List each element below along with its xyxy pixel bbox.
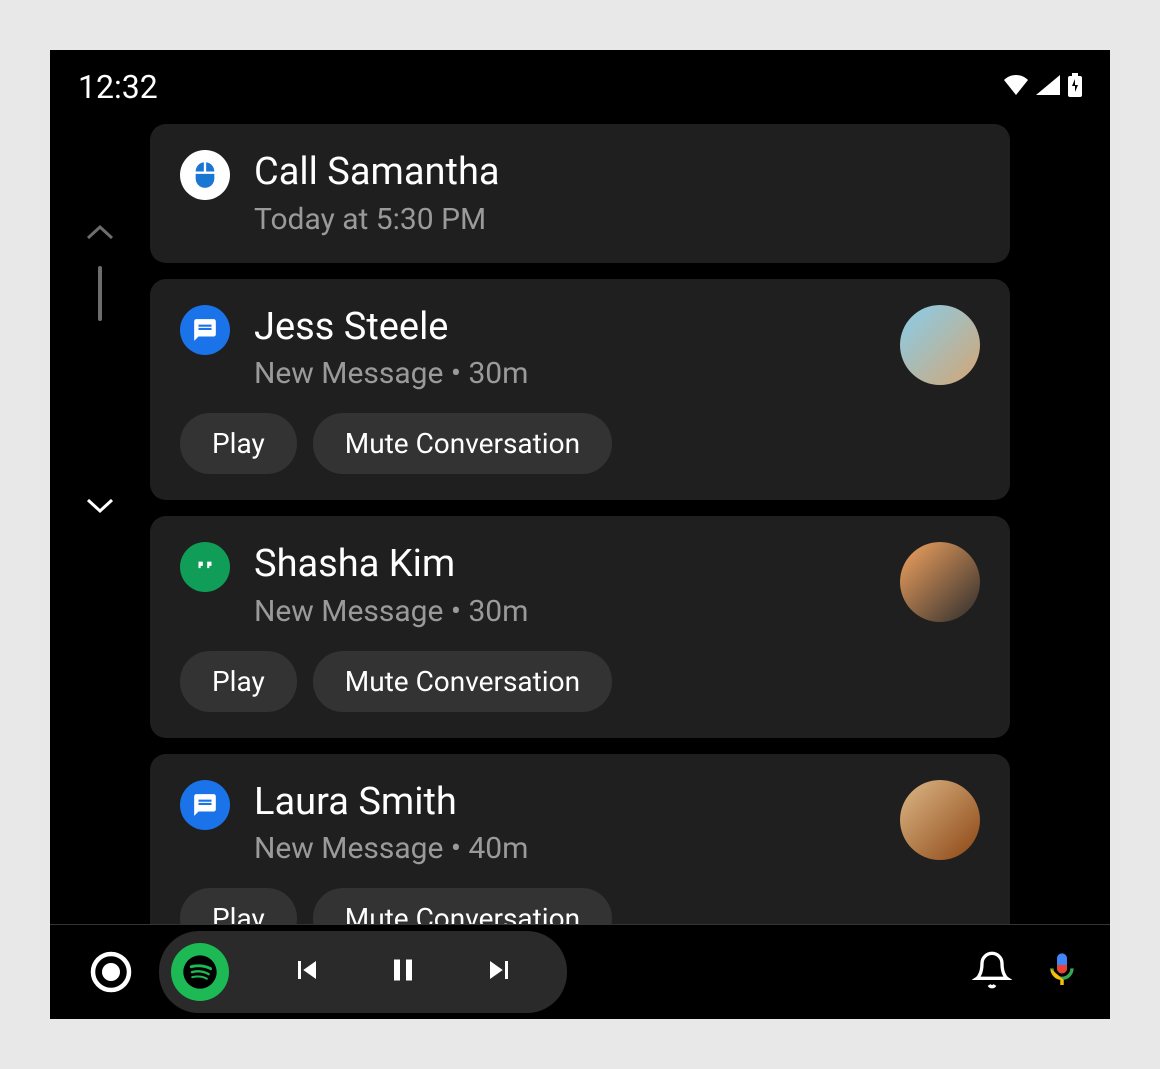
scroll-track — [98, 266, 102, 321]
card-content: Shasha Kim New Message • 30m — [254, 542, 876, 629]
mute-button[interactable]: Mute Conversation — [313, 651, 612, 712]
card-subtitle: New Message • 40m — [254, 831, 876, 866]
chevron-down-icon[interactable] — [86, 496, 114, 518]
card-title: Jess Steele — [254, 305, 876, 351]
bottom-bar — [50, 924, 1110, 1019]
mute-button[interactable]: Mute Conversation — [313, 413, 612, 474]
card-title: Laura Smith — [254, 780, 876, 826]
bottom-right-icons — [972, 950, 1082, 994]
messages-icon — [180, 780, 230, 830]
card-title: Call Samantha — [254, 150, 980, 196]
status-bar: 12:32 — [50, 50, 1110, 124]
notification-card-message[interactable]: Jess Steele New Message • 30m Play Mute … — [150, 279, 1010, 501]
card-subtitle: New Message • 30m — [254, 356, 876, 391]
card-header: Jess Steele New Message • 30m — [180, 305, 980, 392]
avatar — [900, 542, 980, 622]
notifications-icon[interactable] — [972, 950, 1012, 994]
card-actions: Play Mute Conversation — [180, 651, 980, 712]
status-icons — [1004, 73, 1082, 101]
spotify-icon[interactable] — [171, 943, 229, 1001]
card-subtitle: New Message • 30m — [254, 594, 876, 629]
notification-card-reminder[interactable]: Call Samantha Today at 5:30 PM — [150, 124, 1010, 263]
card-title: Shasha Kim — [254, 542, 876, 588]
media-controls — [159, 931, 567, 1013]
avatar — [900, 305, 980, 385]
card-actions: Play Mute Conversation — [180, 413, 980, 474]
card-header: Shasha Kim New Message • 30m — [180, 542, 980, 629]
notification-card-message[interactable]: Shasha Kim New Message • 30m Play Mute C… — [150, 516, 1010, 738]
wifi-icon — [1004, 75, 1028, 99]
hangouts-icon — [180, 542, 230, 592]
main-area: Call Samantha Today at 5:30 PM Jess Stee… — [50, 124, 1110, 938]
card-content: Jess Steele New Message • 30m — [254, 305, 876, 392]
battery-charging-icon — [1068, 73, 1082, 101]
skip-previous-icon[interactable] — [289, 952, 325, 992]
notifications-list[interactable]: Call Samantha Today at 5:30 PM Jess Stee… — [150, 124, 1110, 938]
pause-icon[interactable] — [385, 952, 421, 992]
card-subtitle: Today at 5:30 PM — [254, 202, 980, 237]
notification-card-message[interactable]: Laura Smith New Message • 40m Play Mute … — [150, 754, 1010, 938]
gesture-icon — [180, 150, 230, 200]
home-circle-icon[interactable] — [78, 940, 143, 1005]
card-header: Laura Smith New Message • 40m — [180, 780, 980, 867]
play-button[interactable]: Play — [180, 413, 297, 474]
chevron-up-icon[interactable] — [86, 224, 114, 246]
status-time: 12:32 — [78, 68, 158, 106]
card-content: Laura Smith New Message • 40m — [254, 780, 876, 867]
avatar — [900, 780, 980, 860]
card-header: Call Samantha Today at 5:30 PM — [180, 150, 980, 237]
card-content: Call Samantha Today at 5:30 PM — [254, 150, 980, 237]
signal-icon — [1036, 75, 1060, 99]
scroll-indicator — [50, 124, 150, 938]
messages-icon — [180, 305, 230, 355]
play-button[interactable]: Play — [180, 651, 297, 712]
skip-next-icon[interactable] — [481, 952, 517, 992]
microphone-icon[interactable] — [1042, 950, 1082, 994]
device-screen: 12:32 — [50, 50, 1110, 1019]
